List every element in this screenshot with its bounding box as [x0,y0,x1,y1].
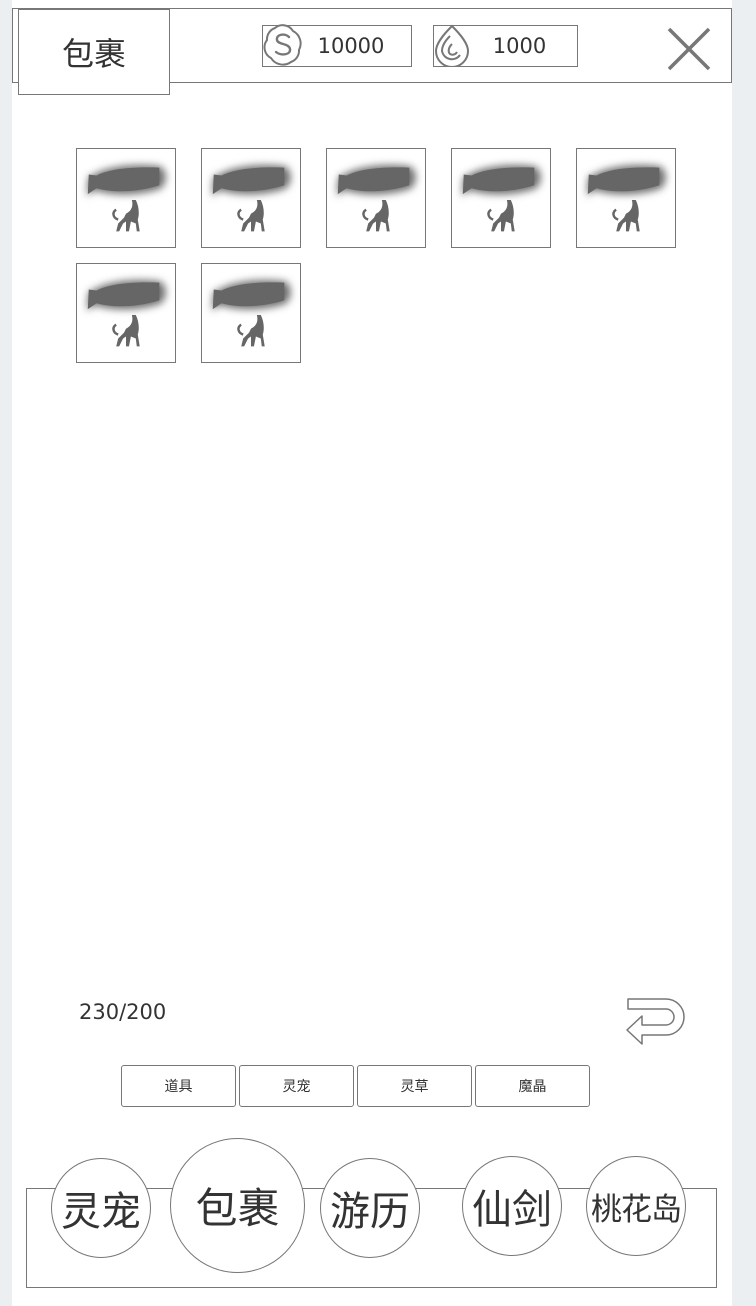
inventory-slot-7[interactable] [201,263,301,363]
close-icon[interactable] [664,24,714,74]
nav-travel[interactable]: 游历 [320,1158,420,1258]
coin-counter: 10000 [262,24,412,67]
tab-herbs[interactable]: 灵草 [357,1065,472,1107]
spirit-value: 1000 [492,34,547,58]
inventory-slot-6[interactable] [76,263,176,363]
inventory-slot-3[interactable] [326,148,426,248]
inventory-slot-5[interactable] [576,148,676,248]
nav-peach-island[interactable]: 桃花岛 [586,1156,686,1256]
nav-sword[interactable]: 仙剑 [462,1156,562,1256]
pet-silhouette-icon [327,149,425,247]
pet-silhouette-icon [77,264,175,362]
pet-silhouette-icon [452,149,550,247]
pet-silhouette-icon [77,149,175,247]
tab-crystals[interactable]: 魔晶 [475,1065,590,1107]
tab-pets[interactable]: 灵宠 [239,1065,354,1107]
spirit-counter: 1000 [433,24,578,67]
page-title: 包裹 [18,9,170,95]
inventory-slot-2[interactable] [201,148,301,248]
tab-items[interactable]: 道具 [121,1065,236,1107]
nav-backpack[interactable]: 包裹 [170,1138,305,1273]
capacity-counter: 230/200 [79,1000,167,1024]
pet-silhouette-icon [577,149,675,247]
pet-silhouette-icon [202,149,300,247]
inventory-slot-1[interactable] [76,148,176,248]
nav-pets[interactable]: 灵宠 [51,1158,151,1258]
inventory-slot-4[interactable] [451,148,551,248]
coin-value: 10000 [317,34,385,58]
return-arrow-icon[interactable] [622,994,690,1058]
pet-silhouette-icon [202,264,300,362]
